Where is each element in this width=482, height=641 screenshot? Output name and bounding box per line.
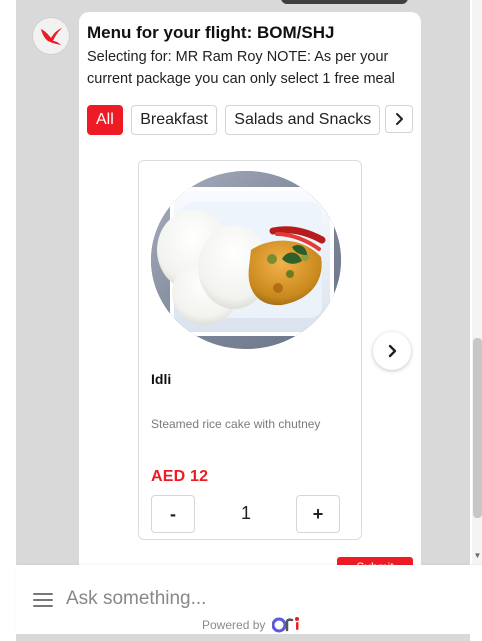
chevron-right-icon bbox=[388, 344, 397, 358]
scroll-down-icon[interactable]: ▼ bbox=[473, 552, 482, 560]
ori-logo bbox=[272, 617, 300, 633]
menu-lines-icon[interactable] bbox=[33, 592, 53, 608]
filter-all-button[interactable]: All bbox=[87, 105, 123, 135]
chat-input-bar: Powered by bbox=[16, 565, 482, 634]
chat-window: Menu for your flight: BOM/SHJ Selecting … bbox=[0, 0, 482, 641]
powered-by-label: Powered by bbox=[202, 618, 266, 632]
carousel-next-button[interactable] bbox=[373, 332, 411, 370]
meal-filter-tabs: All Breakfast Salads and Snacks bbox=[87, 105, 413, 135]
meal-card: Idli Steamed rice cake with chutney AED … bbox=[138, 160, 362, 540]
quantity-value: 1 bbox=[240, 503, 251, 523]
chat-scrollbar-thumb[interactable] bbox=[473, 338, 482, 518]
decrease-quantity-button[interactable]: - bbox=[151, 495, 195, 533]
meal-description: Steamed rice cake with chutney bbox=[151, 417, 321, 431]
increase-quantity-button[interactable]: + bbox=[296, 495, 340, 533]
menu-subtitle: Selecting for: MR Ram Roy NOTE: As per y… bbox=[87, 49, 395, 87]
filter-breakfast-button[interactable]: Breakfast bbox=[131, 105, 217, 135]
idli-food-photo bbox=[151, 171, 341, 349]
meal-menu-bubble: Menu for your flight: BOM/SHJ Selecting … bbox=[79, 12, 421, 582]
powered-by-row: Powered by bbox=[202, 616, 300, 634]
idli-meal-image bbox=[151, 171, 341, 349]
filter-salads-snacks-button[interactable]: Salads and Snacks bbox=[225, 105, 381, 135]
bird-icon bbox=[41, 28, 62, 45]
top-dark-pill bbox=[281, 0, 408, 4]
ask-input[interactable] bbox=[66, 583, 456, 615]
airline-avatar bbox=[33, 18, 69, 54]
filter-next-button[interactable] bbox=[385, 105, 413, 133]
chevron-right-icon bbox=[396, 113, 403, 125]
meal-name: Idli bbox=[151, 371, 172, 387]
menu-title: Menu for your flight: BOM/SHJ bbox=[87, 23, 335, 42]
meal-price: AED 12 bbox=[151, 468, 209, 485]
